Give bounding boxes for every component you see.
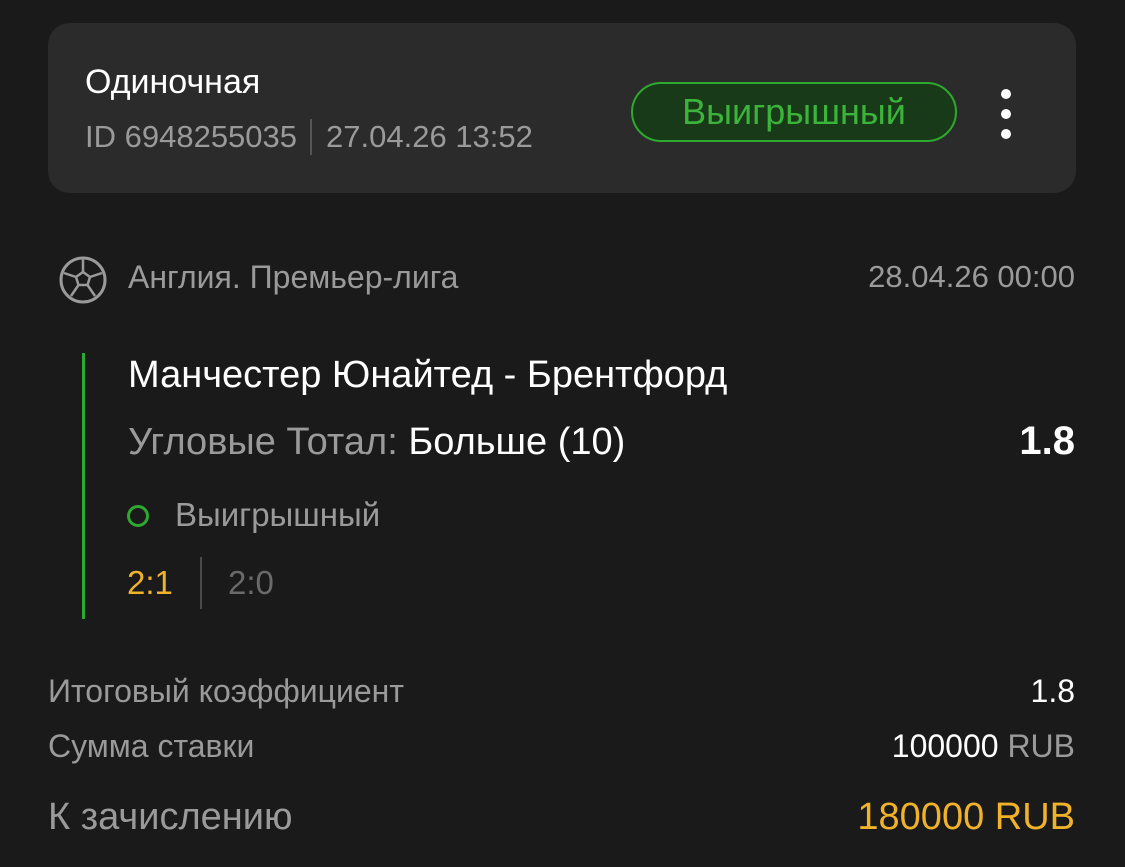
total-odds-label: Итоговый коэффициент (48, 673, 404, 709)
league-name: Англия. Премьер-лига (128, 259, 459, 295)
bet-placed-datetime: 27.04.26 13:52 (326, 119, 533, 154)
stake-value: 100000 RUB (892, 728, 1075, 765)
halftime-score: 2:0 (228, 564, 274, 601)
soccer-ball-icon (59, 256, 107, 304)
meta-divider (310, 119, 313, 155)
selection-odds: 1.8 (1019, 419, 1075, 463)
status-badge: Выигрышный (631, 82, 957, 142)
more-dot-icon (1001, 89, 1011, 99)
result-status-icon (127, 505, 149, 527)
bet-type-title: Одиночная (85, 63, 261, 101)
more-dot-icon (1001, 109, 1011, 119)
bet-id: ID 6948255035 (85, 119, 298, 154)
bet-meta: ID 6948255035 27.04.26 13:52 (85, 119, 533, 155)
stake-label: Сумма ставки (48, 728, 255, 764)
stake-amount: 100000 (891, 728, 999, 764)
more-dot-icon (1001, 129, 1011, 139)
final-score: 2:1 (127, 564, 173, 601)
stake-currency: RUB (1007, 728, 1075, 764)
bet-header-card: Одиночная ID 6948255035 27.04.26 13:52 В… (48, 23, 1076, 193)
market-pick: Больше (10) (408, 421, 626, 463)
match-title[interactable]: Манчестер Юнайтед - Брентфорд (128, 354, 727, 397)
payout-value: 180000 RUB (857, 796, 1075, 838)
selection-result: Выигрышный (175, 496, 381, 533)
market-row: Угловые Тотал: Больше (10) (128, 421, 625, 464)
event-status-bar (82, 353, 85, 619)
total-odds-value: 1.8 (1030, 673, 1075, 709)
more-options-button[interactable] (986, 89, 1026, 139)
payout-label: К зачислению (48, 796, 293, 838)
event-datetime: 28.04.26 00:00 (868, 259, 1075, 294)
market-label: Угловые Тотал: (128, 421, 398, 463)
score-divider (200, 557, 202, 609)
